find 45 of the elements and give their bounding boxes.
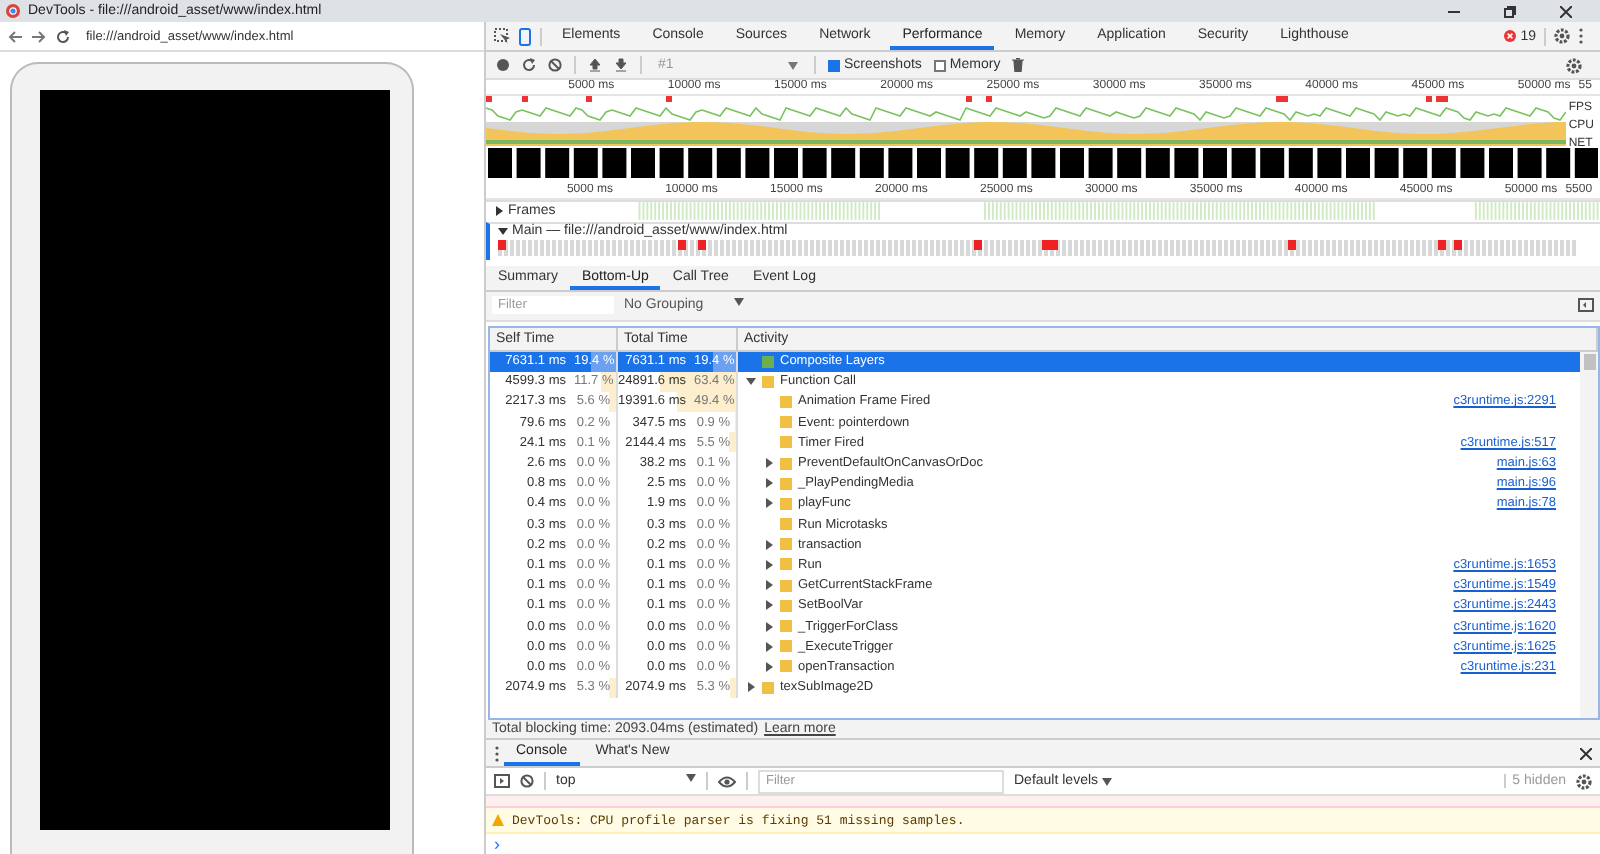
caret-icon (788, 61, 798, 70)
checkbox[interactable] (933, 59, 946, 72)
trash-icon[interactable] (1012, 58, 1025, 73)
expand-arrow-icon[interactable] (745, 682, 755, 693)
close-icon[interactable] (1580, 747, 1592, 760)
eye-icon[interactable] (718, 775, 736, 788)
browser-logo-icon (6, 4, 20, 18)
clear-icon[interactable] (520, 774, 534, 789)
error-icon (1504, 30, 1517, 42)
expand-arrow-icon[interactable] (763, 661, 773, 672)
download-icon[interactable] (614, 58, 628, 73)
back-icon[interactable] (8, 29, 22, 43)
expand-arrow-icon[interactable] (763, 478, 773, 489)
maximize-icon[interactable] (1504, 5, 1516, 17)
expand-arrow-icon[interactable] (763, 559, 773, 570)
expand-arrow-icon[interactable] (763, 539, 773, 550)
expand-arrow-icon[interactable] (763, 641, 773, 652)
sidebar-toggle-icon[interactable] (494, 774, 510, 789)
expand-arrow-icon[interactable] (745, 376, 755, 387)
sidebar-toggle-icon[interactable] (1578, 298, 1594, 313)
checkbox[interactable] (828, 59, 840, 72)
reload-icon[interactable] (56, 29, 70, 43)
expand-arrow-icon[interactable] (763, 498, 773, 509)
caret-icon (686, 774, 696, 783)
more-icon[interactable] (1578, 28, 1584, 44)
record-icon[interactable] (496, 58, 510, 73)
console-prompt[interactable]: › (486, 834, 1600, 854)
forward-icon[interactable] (32, 29, 46, 43)
warning-icon (492, 814, 504, 827)
clear-icon[interactable] (548, 58, 562, 73)
scrollbar[interactable] (1580, 351, 1598, 718)
reload-icon[interactable] (522, 58, 536, 73)
close-icon[interactable] (1560, 5, 1572, 17)
expand-arrow-icon[interactable] (763, 621, 773, 632)
more-icon[interactable] (494, 745, 500, 762)
minimize-icon[interactable] (1448, 5, 1460, 17)
caret-icon (1102, 777, 1113, 786)
expand-arrow-icon[interactable] (763, 580, 773, 591)
inspect-icon[interactable] (494, 28, 510, 44)
expand-arrow-icon[interactable] (763, 600, 773, 611)
settings-icon[interactable] (1576, 773, 1592, 790)
expand-arrow-icon[interactable] (763, 458, 773, 469)
upload-icon[interactable] (588, 58, 602, 73)
device-toolbar-icon[interactable] (518, 27, 532, 45)
caret-icon (734, 298, 744, 307)
